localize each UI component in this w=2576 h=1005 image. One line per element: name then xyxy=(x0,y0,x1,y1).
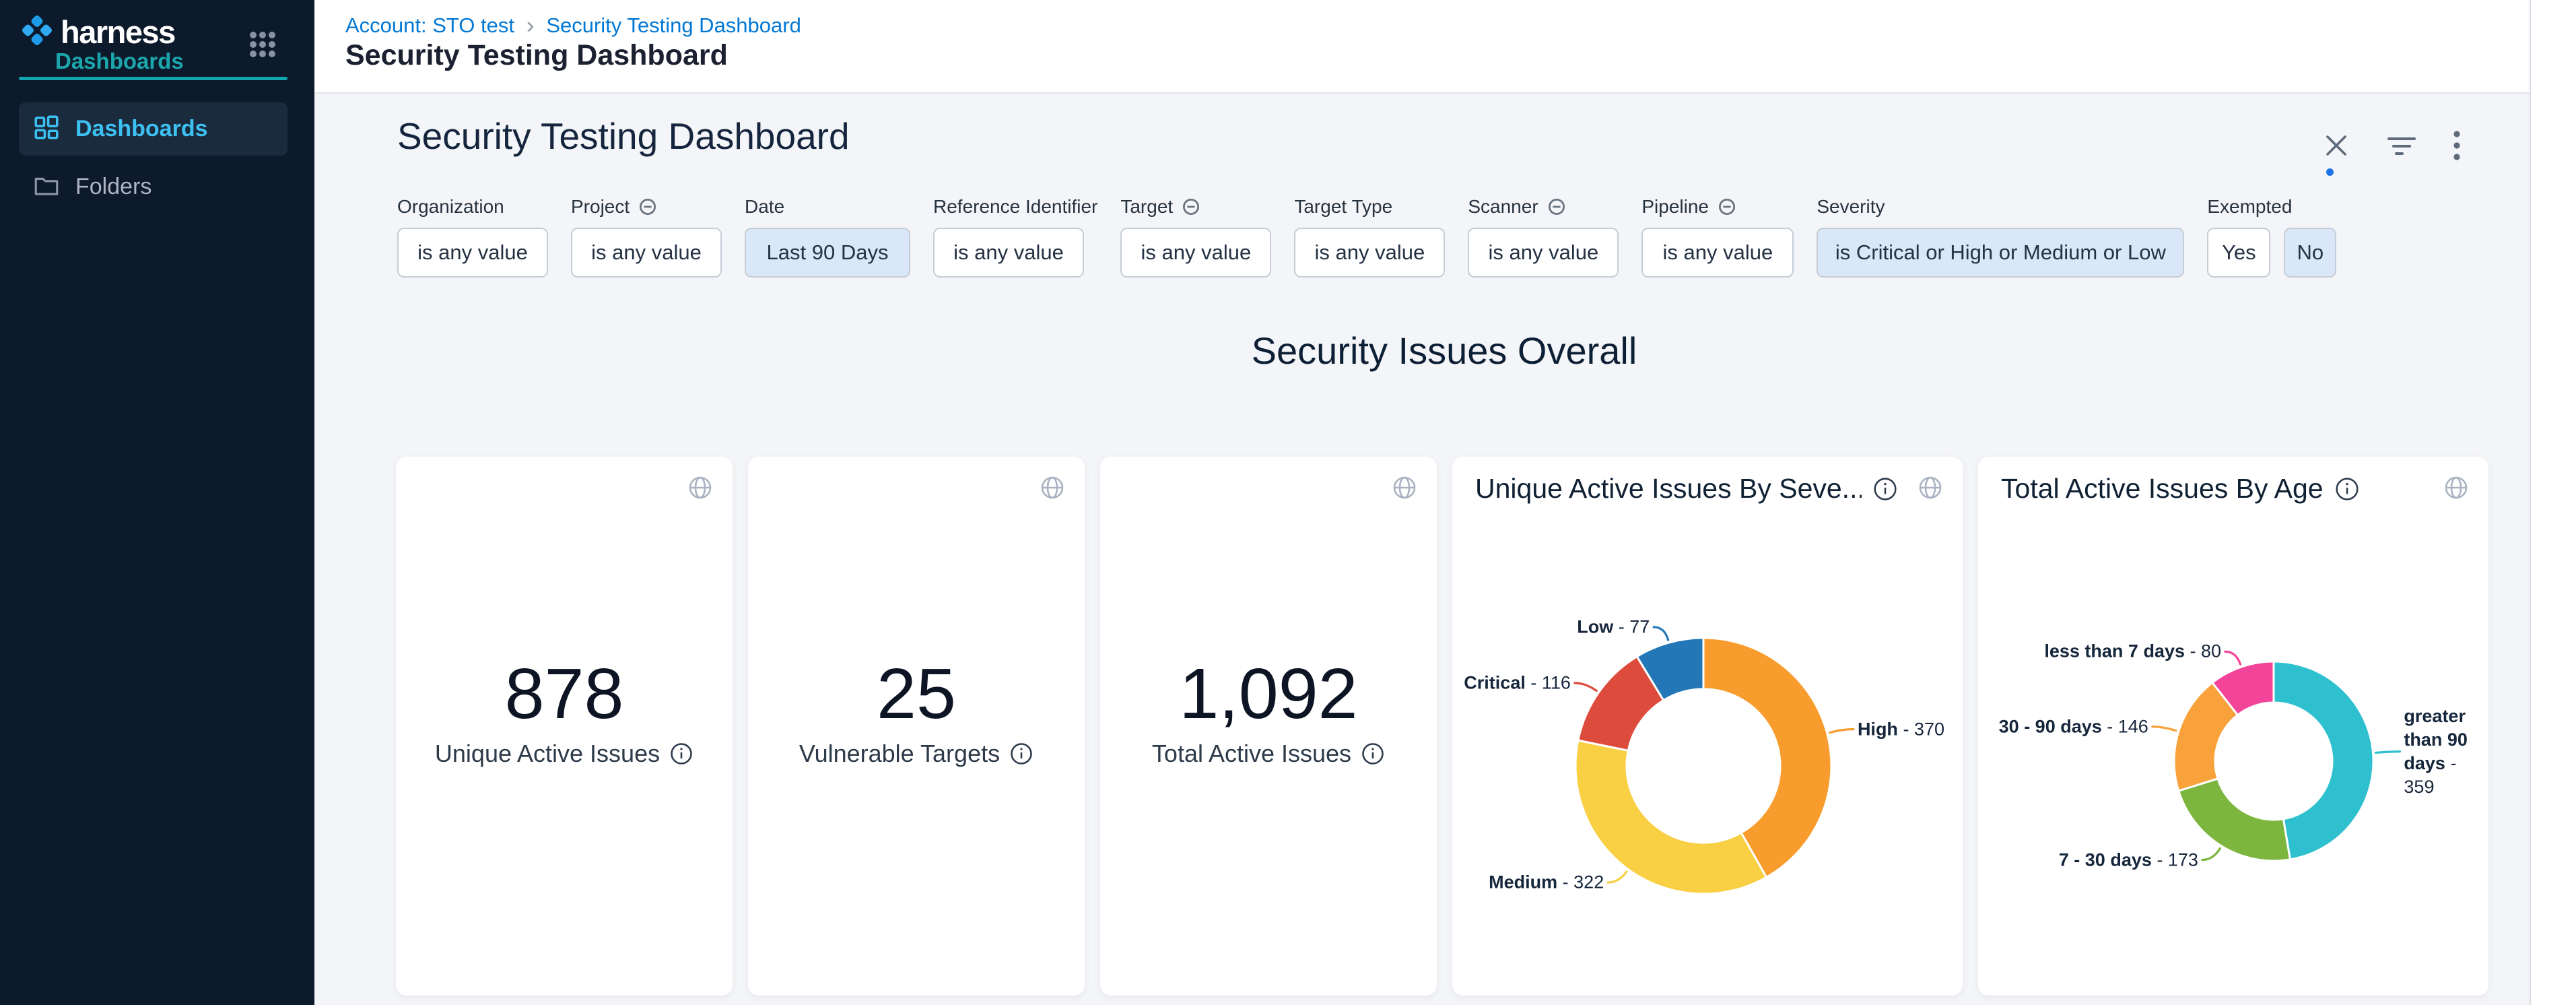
sidebar-divider xyxy=(19,77,287,80)
tile-unique-active-issues: 878 Unique Active Issues xyxy=(396,457,733,996)
filter-value-scanner[interactable]: is any value xyxy=(1468,228,1619,278)
page-title: Security Testing Dashboard xyxy=(345,39,728,72)
linked-filter-icon xyxy=(1181,197,1201,217)
slice-label-7-30-days: 7 - 30 days - 173 xyxy=(2059,848,2198,872)
filter-organization: Organization is any value xyxy=(397,196,548,278)
stat-value: 1,092 xyxy=(1100,653,1437,734)
filter-target-type: Target Type is any value xyxy=(1294,196,1445,278)
linked-filter-icon xyxy=(1547,197,1567,217)
sidebar-item-label: Dashboards xyxy=(75,116,208,142)
filter-pipeline: Pipeline is any value xyxy=(1641,196,1794,278)
kebab-menu-icon[interactable] xyxy=(2452,129,2462,162)
slice-leader-line xyxy=(2202,848,2220,860)
filter-value-pipeline[interactable]: is any value xyxy=(1641,228,1794,278)
brand-wordmark: harness xyxy=(61,13,175,51)
filter-label: Severity xyxy=(1817,196,2184,218)
filter-label: Organization xyxy=(397,196,548,218)
breadcrumb-chevron-icon: › xyxy=(527,15,534,36)
folder-icon xyxy=(32,171,61,203)
sidebar-nav: Dashboards Folders xyxy=(19,102,287,214)
slice-label-high: High - 370 xyxy=(1858,717,1944,741)
filter-value-date[interactable]: Last 90 Days xyxy=(745,228,910,278)
globe-icon xyxy=(1391,474,1418,505)
exempted-no-button[interactable]: No xyxy=(2284,228,2336,278)
linked-filter-icon xyxy=(638,197,658,217)
filter-label: Date xyxy=(745,196,910,218)
breadcrumb: Account: STO test › Security Testing Das… xyxy=(345,13,801,38)
filter-exempted: Exempted Yes No xyxy=(2207,196,2336,278)
close-icon[interactable] xyxy=(2321,131,2351,160)
slice-label-critical: Critical - 116 xyxy=(1464,671,1571,694)
sidebar-item-folders[interactable]: Folders xyxy=(19,160,287,214)
filter-value-project[interactable]: is any value xyxy=(571,228,722,278)
filter-label: Target Type xyxy=(1294,196,1445,218)
slice-leader-line xyxy=(1830,730,1854,733)
stat-value: 878 xyxy=(396,653,733,734)
slice-leader-line xyxy=(2225,651,2241,664)
filter-project: Project is any value xyxy=(571,196,722,278)
slice-label-30-90-days: 30 - 90 days - 146 xyxy=(1999,715,2148,738)
filter-label: Reference Identifier xyxy=(933,196,1097,218)
cursor-dot xyxy=(2326,168,2334,176)
slice-leader-line xyxy=(2375,752,2400,753)
globe-icon xyxy=(1039,474,1066,505)
stat-label: Unique Active Issues xyxy=(435,740,660,768)
slice-label-medium: Medium - 322 xyxy=(1489,871,1604,895)
filter-value-target-type[interactable]: is any value xyxy=(1294,228,1445,278)
filter-value-organization[interactable]: is any value xyxy=(397,228,548,278)
sidebar-item-dashboards[interactable]: Dashboards xyxy=(19,102,287,156)
info-icon[interactable] xyxy=(669,742,693,766)
linked-filter-icon xyxy=(1717,197,1737,217)
filter-date: Date Last 90 Days xyxy=(745,196,910,278)
info-icon[interactable] xyxy=(1361,742,1385,766)
tile-unique-active-issues-by-severity: Unique Active Issues By Seve... High - 3… xyxy=(1452,457,1963,996)
dashboard-panel-title: Security Testing Dashboard xyxy=(397,115,850,158)
filter-label: Exempted xyxy=(2207,196,2336,218)
slice-label-greater-than-90-days: greater than 90 days - 359 xyxy=(2404,705,2475,799)
breadcrumb-dashboard-link[interactable]: Security Testing Dashboard xyxy=(546,13,801,38)
tile-total-active-issues: 1,092 Total Active Issues xyxy=(1100,457,1437,996)
stat-label: Vulnerable Targets xyxy=(799,740,1000,768)
stat-value: 25 xyxy=(748,653,1085,734)
sidebar-item-label: Folders xyxy=(75,174,151,200)
filter-value-reference-identifier[interactable]: is any value xyxy=(933,228,1084,278)
module-label: Dashboards xyxy=(55,48,184,74)
vertical-scrollbar[interactable] xyxy=(2530,0,2576,1005)
filter-target: Target is any value xyxy=(1120,196,1271,278)
slice-label-less-than-7-days: less than 7 days - 80 xyxy=(2044,640,2221,663)
tile-total-active-issues-by-age: Total Active Issues By Age greater than … xyxy=(1978,457,2488,996)
filter-label: Target xyxy=(1120,196,1271,218)
sidebar: harness Dashboards Dashboards xyxy=(0,0,314,1005)
filter-bar: Organization is any value Project is any va… xyxy=(397,196,2336,278)
filter-label: Scanner xyxy=(1468,196,1619,218)
donut-slice-medium[interactable] xyxy=(1575,740,1767,894)
slice-leader-line xyxy=(1608,872,1627,882)
tile-vulnerable-targets: 25 Vulnerable Targets xyxy=(748,457,1085,996)
slice-leader-line xyxy=(2153,727,2176,731)
filter-label: Pipeline xyxy=(1641,196,1794,218)
exempted-yes-button[interactable]: Yes xyxy=(2207,228,2270,278)
slice-label-low: Low - 77 xyxy=(1577,615,1650,639)
slice-leader-line xyxy=(1575,683,1596,690)
donut-slice-greater-than-90-days[interactable] xyxy=(2274,661,2373,860)
globe-icon xyxy=(687,474,714,505)
harness-logo[interactable]: harness xyxy=(19,12,175,52)
filter-icon[interactable] xyxy=(2386,131,2417,160)
filter-label: Project xyxy=(571,196,722,218)
apps-grid-icon[interactable] xyxy=(248,30,277,63)
harness-logo-icon xyxy=(19,12,55,52)
filter-scanner: Scanner is any value xyxy=(1468,196,1619,278)
filter-severity: Severity is Critical or High or Medium or… xyxy=(1817,196,2184,278)
info-icon[interactable] xyxy=(1009,742,1033,766)
slice-leader-line xyxy=(1654,627,1668,640)
dashboards-icon xyxy=(32,113,61,145)
breadcrumb-account-link[interactable]: Account: STO test xyxy=(345,13,514,38)
filter-value-target[interactable]: is any value xyxy=(1120,228,1271,278)
filter-reference-identifier: Reference Identifier is any value xyxy=(933,196,1097,278)
panel-actions xyxy=(2321,129,2462,162)
tiles-row: 878 Unique Active Issues 25 Vulnerable T… xyxy=(396,457,2488,996)
section-title: Security Issues Overall xyxy=(397,329,2491,372)
stat-label: Total Active Issues xyxy=(1152,740,1351,768)
filter-value-severity[interactable]: is Critical or High or Medium or Low xyxy=(1817,228,2184,278)
